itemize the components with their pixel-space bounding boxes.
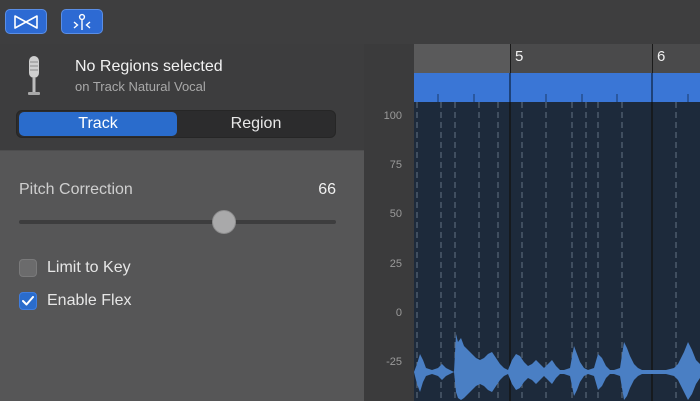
region-status-subtitle: on Track Natural Vocal: [75, 79, 206, 94]
region-bar[interactable]: [414, 73, 700, 102]
enable-flex-checkbox[interactable]: [19, 292, 37, 310]
flex-marker-button[interactable]: [61, 9, 103, 34]
enable-flex-option[interactable]: Enable Flex: [19, 292, 132, 310]
pitch-correction-label: Pitch Correction: [19, 181, 133, 198]
audio-editor: 5 6 100 75 50 25 0 -25: [364, 44, 700, 401]
inspector-tab-control: Track Region: [16, 110, 336, 138]
region-ticks: [437, 73, 689, 102]
ruler-shaded-area: [414, 44, 510, 73]
track-settings-panel: Pitch Correction 66 Limit to Key Enable …: [0, 150, 364, 401]
tab-region[interactable]: Region: [177, 112, 335, 136]
timeline-ruler[interactable]: 5 6: [414, 44, 700, 73]
waveform-graphic: [414, 102, 700, 401]
flex-marker-icon: [73, 13, 91, 30]
bowtie-button[interactable]: [5, 9, 47, 34]
toolbar: [0, 0, 700, 44]
bar-number-5: 5: [515, 48, 524, 65]
bar-line: [652, 44, 653, 73]
microphone-icon: [28, 56, 40, 95]
tab-track[interactable]: Track: [19, 112, 177, 136]
enable-flex-label: Enable Flex: [47, 292, 132, 309]
pitch-correction-value: 66: [318, 181, 336, 198]
bar-number-6: 6: [657, 48, 666, 65]
y-axis-tick: 100: [383, 110, 402, 122]
inspector-panel: No Regions selected on Track Natural Voc…: [0, 44, 364, 401]
pitch-correction-slider-thumb[interactable]: [212, 210, 237, 234]
limit-to-key-label: Limit to Key: [47, 259, 131, 276]
pitch-correction-slider[interactable]: [19, 210, 336, 234]
pitch-waveform-area[interactable]: [414, 102, 700, 401]
track-header: No Regions selected on Track Natural Voc…: [0, 44, 364, 150]
y-axis-tick: -25: [386, 356, 402, 368]
y-axis-tick: 50: [389, 208, 402, 220]
y-axis-tick: 75: [389, 159, 402, 171]
bar-line: [510, 44, 511, 73]
limit-to-key-checkbox[interactable]: [19, 259, 37, 277]
limit-to-key-option[interactable]: Limit to Key: [19, 259, 131, 277]
y-axis-tick: 25: [389, 258, 402, 270]
y-axis-tick: 0: [395, 307, 402, 319]
checkmark-icon: [22, 296, 34, 306]
bowtie-icon: [14, 14, 38, 29]
app-window: No Regions selected on Track Natural Voc…: [0, 0, 700, 401]
region-status-title: No Regions selected: [75, 58, 223, 75]
